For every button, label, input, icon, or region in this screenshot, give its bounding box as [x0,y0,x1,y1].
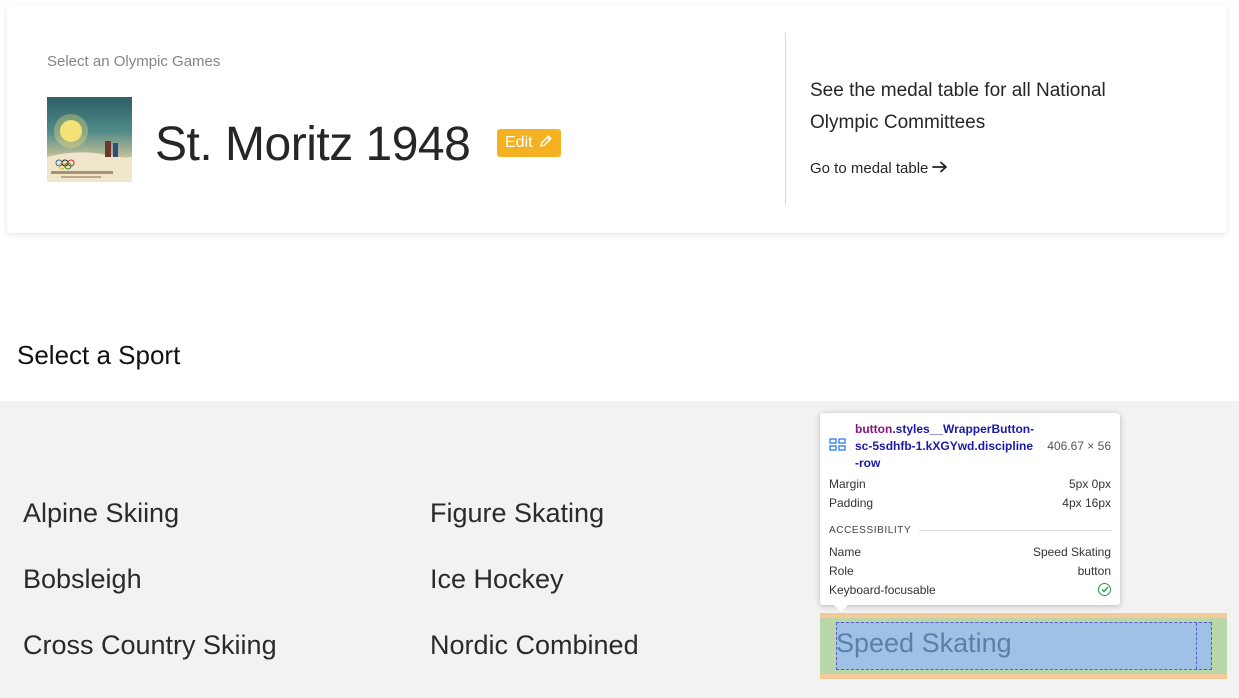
padding-label: Padding [829,496,874,510]
a11y-name-label: Name [829,545,862,559]
games-selector-card: Select an Olympic Games St. Moritz 1948 … [7,5,1227,233]
games-poster-image[interactable] [47,97,132,182]
sport-item-speed-skating[interactable]: Speed Skating [836,628,1012,659]
a11y-role-value: button [1077,564,1111,578]
select-games-label: Select an Olympic Games [47,53,221,70]
a11y-focus-row: Keyboard-focusable [829,583,1111,597]
sport-item-cross-country-skiing[interactable]: Cross Country Skiing [7,617,414,673]
sport-item-bobsleigh[interactable]: Bobsleigh [7,551,414,607]
pencil-icon [539,134,553,153]
a11y-name-value: Speed Skating [1032,545,1111,559]
edit-games-button[interactable]: Edit [497,129,561,157]
sport-item-figure-skating[interactable]: Figure Skating [414,485,821,541]
card-divider [785,33,786,205]
sport-item-ice-hockey[interactable]: Ice Hockey [414,551,821,607]
games-title: St. Moritz 1948 [155,118,471,171]
selector-tag: button [855,422,893,436]
medal-table-link[interactable]: Go to medal table [810,160,948,177]
element-size: 406.67 × 56 [1047,439,1111,453]
a11y-name-row: Name Speed Skating [829,545,1111,559]
medal-link-label: Go to medal table [810,160,929,177]
sport-item-alpine-skiing[interactable]: Alpine Skiing [7,485,414,541]
poster-illustration-icon [47,114,132,182]
a11y-role-label: Role [829,564,854,578]
padding-value: 4px 16px [1062,496,1111,510]
margin-label: Margin [829,477,866,491]
edit-label: Edit [505,134,533,151]
arrow-right-icon [932,160,948,177]
padding-row: Padding 4px 16px [829,496,1111,510]
select-sport-heading: Select a Sport [17,340,181,370]
margin-row: Margin 5px 0px [829,477,1111,491]
accessibility-section-header: ACCESSIBILITY [829,525,1111,536]
a11y-role-row: Role button [829,564,1111,578]
element-grid-icon [829,438,846,454]
accessibility-label: ACCESSIBILITY [829,525,912,536]
medal-table-description: See the medal table for all National Oly… [810,80,1106,133]
sport-item-nordic-combined[interactable]: Nordic Combined [414,617,821,673]
devtools-inspect-tooltip: button.styles__WrapperButton-sc-5sdhfb-1… [820,413,1120,612]
check-circle-icon [1098,583,1111,596]
margin-value: 5px 0px [1068,477,1111,491]
element-selector: button.styles__WrapperButton-sc-5sdhfb-1… [855,421,1037,472]
a11y-focus-label: Keyboard-focusable [829,583,936,597]
